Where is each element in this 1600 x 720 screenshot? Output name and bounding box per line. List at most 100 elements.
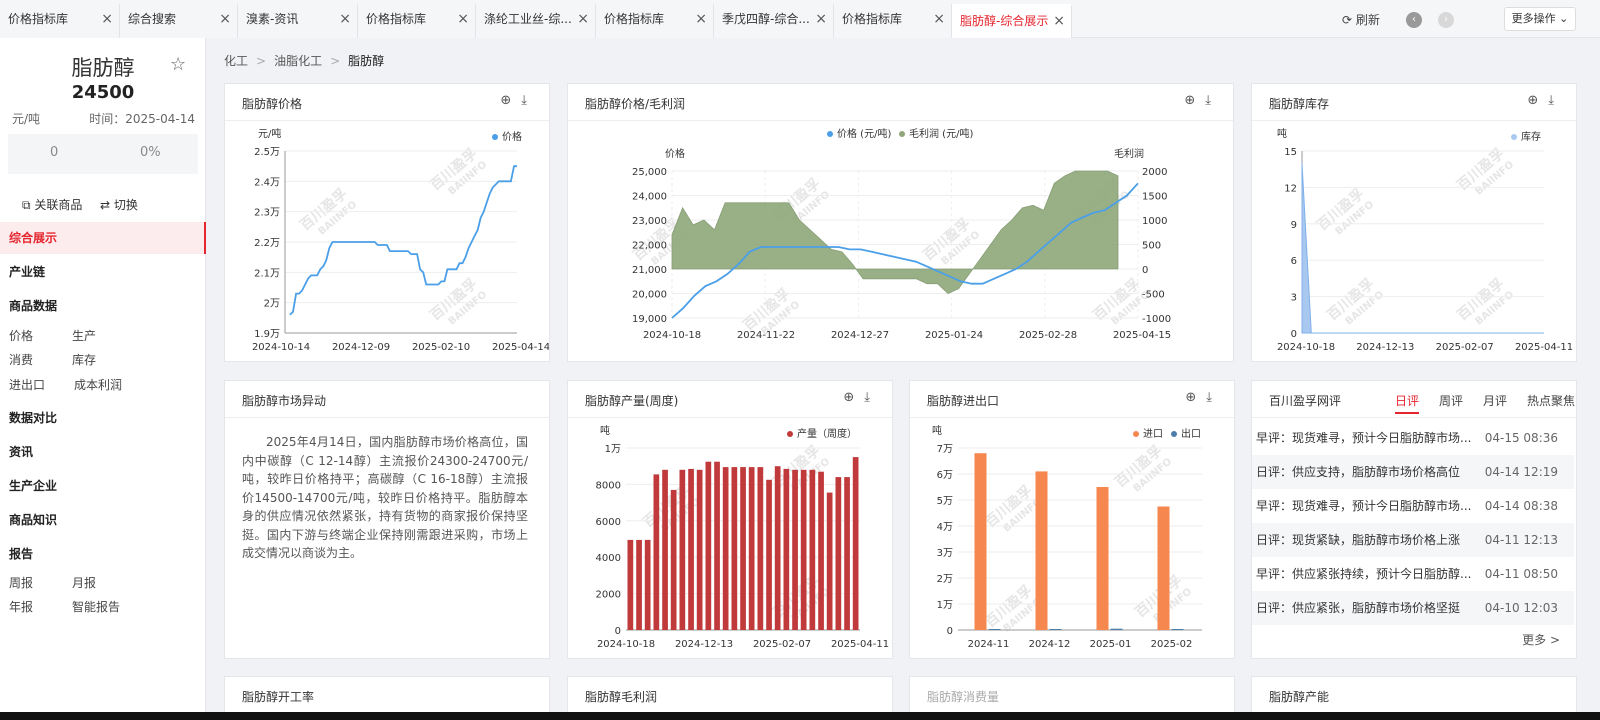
card-divider xyxy=(1252,417,1576,418)
y-axis-title: 元/吨 xyxy=(258,127,281,140)
tab-7[interactable]: 价格指标库 × xyxy=(834,4,952,38)
output-bar xyxy=(644,539,651,630)
close-tab-icon[interactable]: × xyxy=(219,4,231,34)
y-tick-label: 2.4万 xyxy=(254,177,280,188)
y-tick-label: 4万 xyxy=(937,522,953,533)
breadcrumb-item[interactable]: 化工 xyxy=(224,54,248,68)
tab-label: 价格指标库 xyxy=(842,12,903,26)
output-bar xyxy=(670,489,677,630)
nav-section-knowledge[interactable]: 商品知识 xyxy=(9,511,57,528)
nav-item-consumption[interactable]: 消费 xyxy=(9,351,33,368)
nav-item-annual[interactable]: 年报 xyxy=(9,598,33,615)
tab-2[interactable]: 溴素-资讯 × xyxy=(238,4,358,38)
card-title: 脂肪醇产能 xyxy=(1269,690,1330,704)
nav-section-producers[interactable]: 生产企业 xyxy=(9,477,57,494)
close-tab-icon[interactable]: × xyxy=(101,4,113,34)
zoom-icon[interactable]: ⊕ xyxy=(843,390,864,405)
prev-tab-icon[interactable]: ‹ xyxy=(1406,12,1422,28)
output-bar xyxy=(714,461,720,630)
nav-section-goods-data[interactable]: 商品数据 xyxy=(9,297,57,314)
close-tab-icon[interactable]: × xyxy=(339,4,351,34)
tab-8[interactable]: 脂肪醇-综合展示 × xyxy=(952,4,1072,38)
download-icon[interactable]: ⤓ xyxy=(864,390,880,405)
y-tick-label: 1.9万 xyxy=(254,329,280,340)
close-tab-icon[interactable]: × xyxy=(1053,6,1065,36)
tab-daily-review[interactable]: 日评 xyxy=(1395,392,1420,414)
nav-item-price[interactable]: 价格 xyxy=(9,327,33,344)
tab-6[interactable]: 季戊四醇-综合... × xyxy=(714,4,834,38)
card-tools: ⊕⤓ xyxy=(1185,390,1222,405)
tab-5[interactable]: 价格指标库 × xyxy=(596,4,714,38)
nav-item-weekly[interactable]: 周报 xyxy=(9,574,33,591)
zoom-icon[interactable]: ⊕ xyxy=(1527,93,1548,108)
close-tab-icon[interactable]: × xyxy=(457,4,469,34)
x-tick-label: 2024-12-13 xyxy=(1356,342,1414,353)
nav-item-smart-report[interactable]: 智能报告 xyxy=(72,598,120,615)
nav-item-import-export[interactable]: 进出口 xyxy=(9,376,45,393)
nav-item-overview[interactable]: 综合展示 xyxy=(0,222,206,254)
tab-monthly-review[interactable]: 月评 xyxy=(1483,392,1507,409)
tab-1[interactable]: 综合搜索 × xyxy=(120,4,238,38)
close-tab-icon[interactable]: × xyxy=(815,4,827,34)
nav-section-chain[interactable]: 产业链 xyxy=(9,263,45,280)
more-actions-button[interactable]: 更多操作 ⌄ xyxy=(1504,7,1576,31)
x-tick-label: 2025-04-11 xyxy=(831,639,889,650)
zoom-icon[interactable]: ⊕ xyxy=(500,93,521,108)
review-item[interactable]: 日评：供应紧张，脂肪醇市场价格坚挺 04-10 12:03 xyxy=(1252,591,1574,625)
tab-4[interactable]: 涤纶工业丝-综... × xyxy=(476,4,596,38)
legend-marker xyxy=(787,431,793,437)
close-tab-icon[interactable]: × xyxy=(577,4,589,34)
close-tab-icon[interactable]: × xyxy=(695,4,707,34)
card-title: 脂肪醇市场异动 xyxy=(242,394,327,408)
tab-label: 综合搜索 xyxy=(128,12,177,26)
card-title: 脂肪醇价格/毛利润 xyxy=(585,97,686,111)
output-bar xyxy=(783,468,790,630)
switch-button[interactable]: ⇄ 切换 xyxy=(100,196,138,213)
y-left-tick-label: 24,000 xyxy=(632,192,667,203)
review-item[interactable]: 早评：现货难寻，预计今日脂肪醇市场... 04-15 08:36 xyxy=(1252,421,1574,455)
nav-section-news[interactable]: 资讯 xyxy=(9,443,33,460)
tab-3[interactable]: 价格指标库 × xyxy=(358,4,476,38)
card-divider xyxy=(225,417,549,418)
tab-hot-topics[interactable]: 热点聚焦 xyxy=(1527,392,1575,409)
review-item[interactable]: 早评：现货难寻，预计今日脂肪醇市场... 04-14 08:38 xyxy=(1252,489,1574,523)
legend-marker xyxy=(827,131,833,137)
nav-item-monthly[interactable]: 月报 xyxy=(72,574,96,591)
nav-item-production[interactable]: 生产 xyxy=(72,327,96,344)
review-item[interactable]: 早评：供应紧张持续，预计今日脂肪醇... 04-11 08:50 xyxy=(1252,557,1574,591)
output-bar xyxy=(662,469,668,630)
nav-section-compare[interactable]: 数据对比 xyxy=(9,409,57,426)
legend-label: 库存 xyxy=(1521,130,1541,143)
nav-section-reports[interactable]: 报告 xyxy=(9,545,33,562)
download-icon[interactable]: ⤓ xyxy=(1548,93,1564,108)
nav-item-cost-profit[interactable]: 成本利润 xyxy=(74,376,122,393)
more-reviews-link[interactable]: 更多 > xyxy=(1522,631,1560,648)
import-bar xyxy=(1035,471,1048,630)
download-icon[interactable]: ⤓ xyxy=(1205,93,1221,108)
zoom-icon[interactable]: ⊕ xyxy=(1185,390,1206,405)
favorite-star-icon[interactable]: ☆ xyxy=(170,54,186,75)
app-window: 价格指标库 × 综合搜索 × 溴素-资讯 × 价格指标库 × 涤纶工业丝-综... × 价格指标库 ×… xyxy=(0,0,1600,712)
nav-item-inventory[interactable]: 库存 xyxy=(72,351,96,368)
related-icon: ⧉ xyxy=(22,198,31,212)
review-item[interactable]: 日评：供应支持，脂肪醇市场价格高位 04-14 12:19 xyxy=(1252,455,1574,489)
review-item[interactable]: 日评：现货紧缺，脂肪醇市场价格上涨 04-11 12:13 xyxy=(1252,523,1574,557)
refresh-button[interactable]: ⟳ 刷新 xyxy=(1342,11,1380,28)
price-margin-card: 脂肪醇价格/毛利润 ⊕⤓ 百川盈孚 BAIINFO 百川盈孚 BAIINFO 百川盈孚 B… xyxy=(567,83,1234,362)
x-tick-label: 2025-01 xyxy=(1090,639,1132,650)
legend-marker xyxy=(1171,431,1177,437)
y-right-tick-label: 2000 xyxy=(1142,167,1167,178)
download-icon[interactable]: ⤓ xyxy=(1206,390,1222,405)
download-icon[interactable]: ⤓ xyxy=(521,93,537,108)
breadcrumb-item[interactable]: 油脂化工 xyxy=(274,54,322,68)
export-bar xyxy=(1110,628,1123,630)
next-tab-icon[interactable]: › xyxy=(1438,12,1454,28)
tab-label: 涤纶工业丝-综... xyxy=(484,12,572,26)
close-tab-icon[interactable]: × xyxy=(933,4,945,34)
related-goods-button[interactable]: ⧉ 关联商品 xyxy=(22,196,82,213)
zoom-icon[interactable]: ⊕ xyxy=(1184,93,1205,108)
tab-weekly-review[interactable]: 周评 xyxy=(1439,392,1463,409)
card-title: 脂肪醇产量(周度) xyxy=(585,394,679,408)
y-tick-label: 6万 xyxy=(937,470,953,481)
tab-0[interactable]: 价格指标库 × xyxy=(0,4,120,38)
